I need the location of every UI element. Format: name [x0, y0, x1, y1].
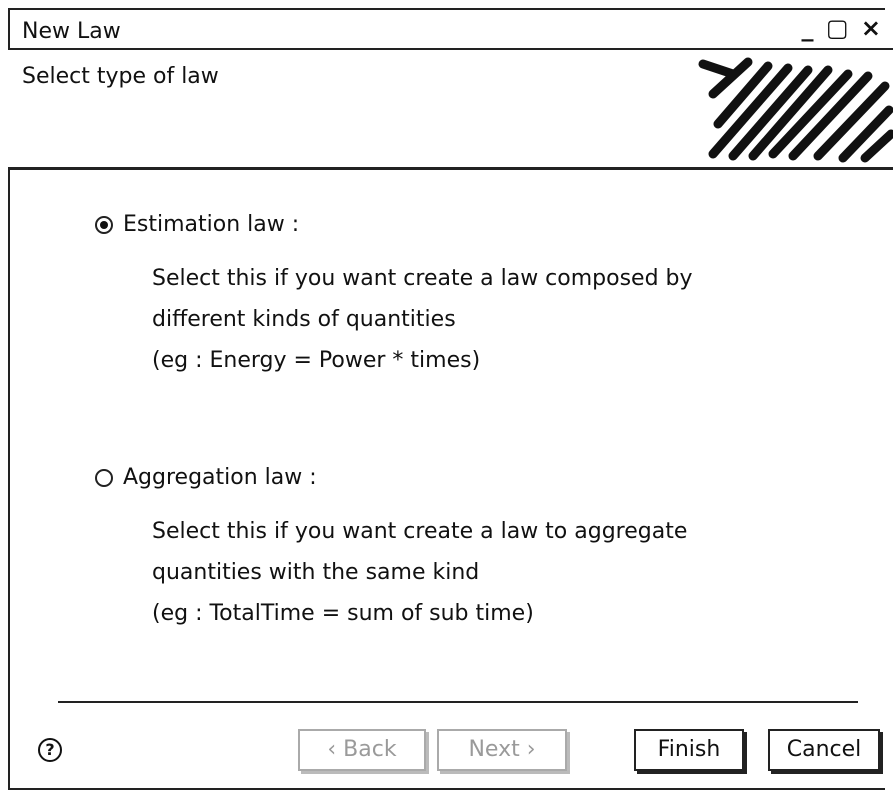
page-title: Select type of law: [22, 64, 219, 89]
window-controls-icon[interactable]: _ ▢ ×: [802, 14, 884, 42]
scribble-logo-icon: [698, 57, 893, 163]
aggregation-desc-line: (eg : TotalTime = sum of sub time): [152, 601, 534, 626]
estimation-desc-line: (eg : Energy = Power * times): [152, 348, 481, 373]
footer-divider: [58, 701, 858, 703]
estimation-label: Estimation law :: [123, 212, 300, 237]
aggregation-label: Aggregation law :: [123, 465, 317, 490]
aggregation-radio[interactable]: [95, 468, 113, 487]
aggregation-desc-line: quantities with the same kind: [152, 560, 480, 585]
aggregation-description: Select this if you want create a law to …: [152, 511, 687, 634]
estimation-radio[interactable]: [95, 215, 113, 234]
next-button[interactable]: Next ›: [437, 729, 567, 771]
estimation-desc-line: different kinds of quantities: [152, 307, 456, 332]
wizard-header: Select type of law: [8, 50, 893, 170]
aggregation-desc-line: Select this if you want create a law to …: [152, 519, 688, 544]
aggregation-law-option[interactable]: Aggregation law :: [95, 465, 317, 490]
title-bar: New Law _ ▢ ×: [8, 10, 893, 50]
cancel-button[interactable]: Cancel: [768, 729, 880, 771]
estimation-description: Select this if you want create a law com…: [152, 258, 693, 381]
estimation-law-option[interactable]: Estimation law :: [95, 212, 299, 237]
estimation-desc-line: Select this if you want create a law com…: [152, 266, 693, 291]
window-title: New Law: [22, 19, 121, 44]
back-button[interactable]: ‹ Back: [298, 729, 426, 771]
question-circle-icon[interactable]: ?: [38, 738, 62, 762]
finish-button[interactable]: Finish: [634, 729, 744, 771]
